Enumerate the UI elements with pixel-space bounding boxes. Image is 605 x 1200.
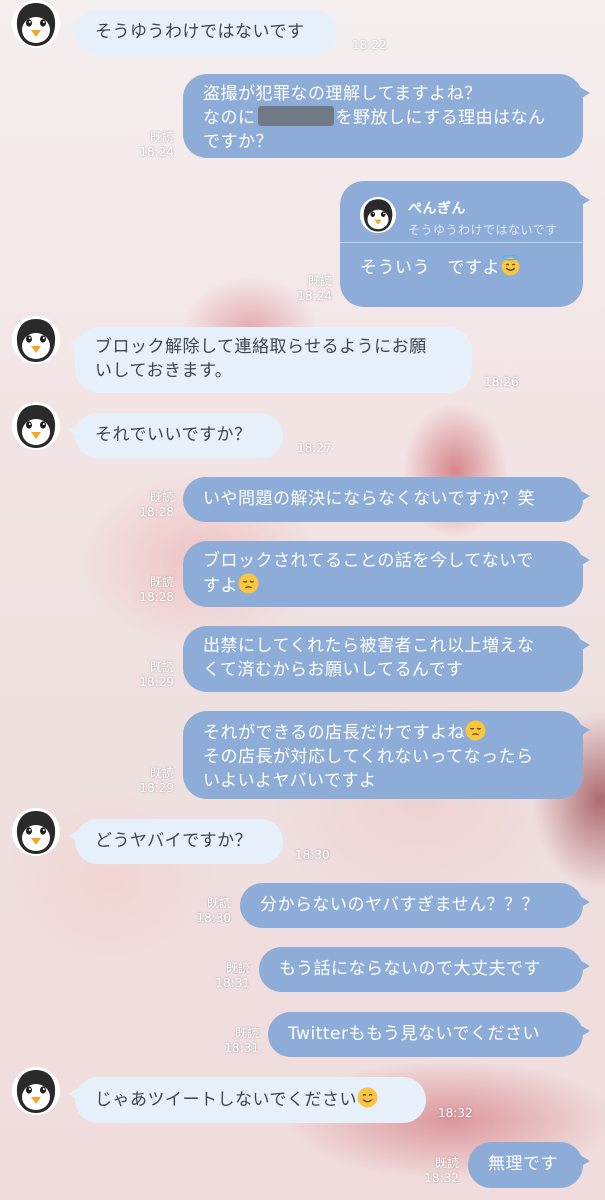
- smiling-face-icon: [357, 1087, 378, 1108]
- message-text: ブロック解除して連絡取らせるようにお願: [95, 337, 427, 357]
- message-text: ですか？: [203, 132, 273, 152]
- message-timestamp: 18:30: [196, 911, 231, 925]
- message-timestamp: 18:29: [139, 675, 174, 689]
- quoted-message[interactable]: ぺんぎん そうゆうわけではないです: [340, 181, 583, 243]
- message-bubble-incoming[interactable]: それでいいですか？: [68, 413, 283, 458]
- message-text: そういう ですよ: [360, 258, 500, 278]
- message-timestamp: 18:24: [139, 145, 174, 159]
- message-status: 既読 18:24: [132, 130, 174, 160]
- message-text: それができるの店長だけですよね: [203, 723, 466, 743]
- message-text: もう話にならないので大丈夫です: [279, 959, 541, 979]
- message-timestamp: 18:22: [352, 38, 387, 52]
- message-bubble-outgoing[interactable]: ブロックされてることの話を今してないで すよ: [183, 541, 590, 607]
- penguin-icon: [360, 197, 396, 233]
- message-timestamp: 18:30: [295, 848, 330, 862]
- message-status: 既読 18:31: [217, 1026, 259, 1056]
- message-text: その店長が対応してくれないってなったら: [203, 747, 534, 767]
- message-text: 盗撮が犯罪なの理解してますよね？: [203, 84, 482, 104]
- message-status: 既読 18:28: [132, 490, 174, 520]
- message-timestamp: 18:27: [297, 441, 332, 455]
- message-timestamp: 18:32: [424, 1171, 459, 1185]
- message-text: くて済むからお願いしてるんです: [203, 660, 464, 680]
- penguin-icon[interactable]: [12, 1067, 60, 1115]
- message-text: そうゆうわけではないです: [95, 22, 305, 42]
- read-indicator: 既読: [149, 766, 174, 780]
- message-status: 既読 18:24: [290, 274, 332, 304]
- pensive-face-icon: [238, 573, 259, 594]
- penguin-icon[interactable]: [12, 402, 60, 450]
- read-indicator: 既読: [206, 896, 231, 910]
- message-status: 既読 18:31: [208, 961, 250, 991]
- message-text: Twitterももう見ないでください: [288, 1024, 540, 1044]
- message-bubble-incoming[interactable]: そうゆうわけではないです: [68, 10, 337, 55]
- redacted-block: [257, 106, 334, 126]
- message-timestamp: 18:32: [438, 1106, 473, 1120]
- message-text: いよいよヤバいですよ: [203, 771, 377, 791]
- penguin-icon[interactable]: [12, 0, 60, 48]
- message-text: 分からないのヤバすぎません？？？: [260, 895, 540, 915]
- message-timestamp: 18:31: [215, 976, 250, 990]
- message-status: 既読 18:29: [132, 766, 174, 796]
- message-bubble-outgoing[interactable]: 出禁にしてくれたら被害者これ以上増えな くて済むからお願いしてるんです: [183, 626, 590, 692]
- message-text: 出禁にしてくれたら被害者これ以上増えな: [203, 636, 535, 656]
- message-bubble-outgoing[interactable]: いや問題の解決にならなくないですか？笑: [183, 477, 590, 522]
- penguin-icon[interactable]: [12, 808, 60, 856]
- pensive-face-icon: [465, 720, 486, 741]
- message-status: 既読 18:28: [132, 575, 174, 605]
- message-text: を野放しにする理由はなん: [335, 108, 546, 128]
- message-bubble-incoming[interactable]: ブロック解除して連絡取らせるようにお願 いしておきます。: [68, 327, 472, 393]
- message-bubble-outgoing[interactable]: それができるの店長だけですよね その店長が対応してくれないってなったら いよいよ…: [183, 711, 590, 799]
- message-bubble-incoming[interactable]: どうヤバイですか？: [68, 819, 283, 864]
- message-text: ブロックされてることの話を今してないで: [203, 551, 534, 571]
- message-text: 無理です: [488, 1154, 558, 1174]
- read-indicator: 既読: [234, 1026, 259, 1040]
- message-bubble-outgoing[interactable]: Twitterももう見ないでください: [268, 1012, 590, 1057]
- message-bubble-outgoing[interactable]: もう話にならないので大丈夫です: [259, 947, 590, 992]
- message-text: いしておきます。: [95, 361, 233, 381]
- penguin-icon[interactable]: [12, 316, 60, 364]
- message-timestamp: 18:24: [297, 289, 332, 303]
- read-indicator: 既読: [149, 660, 174, 674]
- message-text: なのに: [203, 108, 256, 128]
- message-text: いや問題の解決にならなくないですか？笑: [203, 489, 535, 509]
- message-text: すよ: [203, 576, 238, 596]
- message-timestamp: 18:28: [139, 505, 174, 519]
- read-indicator: 既読: [225, 961, 250, 975]
- message-timestamp: 18:26: [484, 375, 519, 389]
- read-indicator: 既読: [149, 575, 174, 589]
- reply-message-bubble[interactable]: ぺんぎん そうゆうわけではないです そういう ですよ: [340, 181, 590, 307]
- message-text: どうヤバイですか？: [95, 831, 253, 851]
- message-text: じゃあツイートしないでください: [95, 1090, 357, 1110]
- message-status: 既読 18:30: [189, 896, 231, 926]
- message-bubble-outgoing[interactable]: 分からないのヤバすぎません？？？: [240, 883, 590, 928]
- message-bubble-outgoing[interactable]: 盗撮が犯罪なの理解してますよね？ なのに を野放しにする理由はなん ですか？: [183, 74, 590, 158]
- message-text: それでいいですか？: [95, 425, 252, 445]
- read-indicator: 既読: [307, 274, 332, 288]
- message-timestamp: 18:29: [139, 781, 174, 795]
- read-indicator: 既読: [149, 130, 174, 144]
- read-indicator: 既読: [149, 490, 174, 504]
- message-status: 既読 18:29: [132, 660, 174, 690]
- message-bubble-outgoing[interactable]: 無理です: [468, 1142, 590, 1188]
- quoted-message-text: そうゆうわけではないです: [408, 223, 558, 237]
- message-timestamp: 18:28: [139, 590, 174, 604]
- message-status: 既読 18:32: [417, 1156, 459, 1186]
- message-timestamp: 18:31: [224, 1041, 259, 1055]
- read-indicator: 既読: [434, 1156, 459, 1170]
- message-bubble-incoming[interactable]: じゃあツイートしないでください: [68, 1077, 426, 1123]
- smiling-face-with-halo-icon: [500, 255, 521, 276]
